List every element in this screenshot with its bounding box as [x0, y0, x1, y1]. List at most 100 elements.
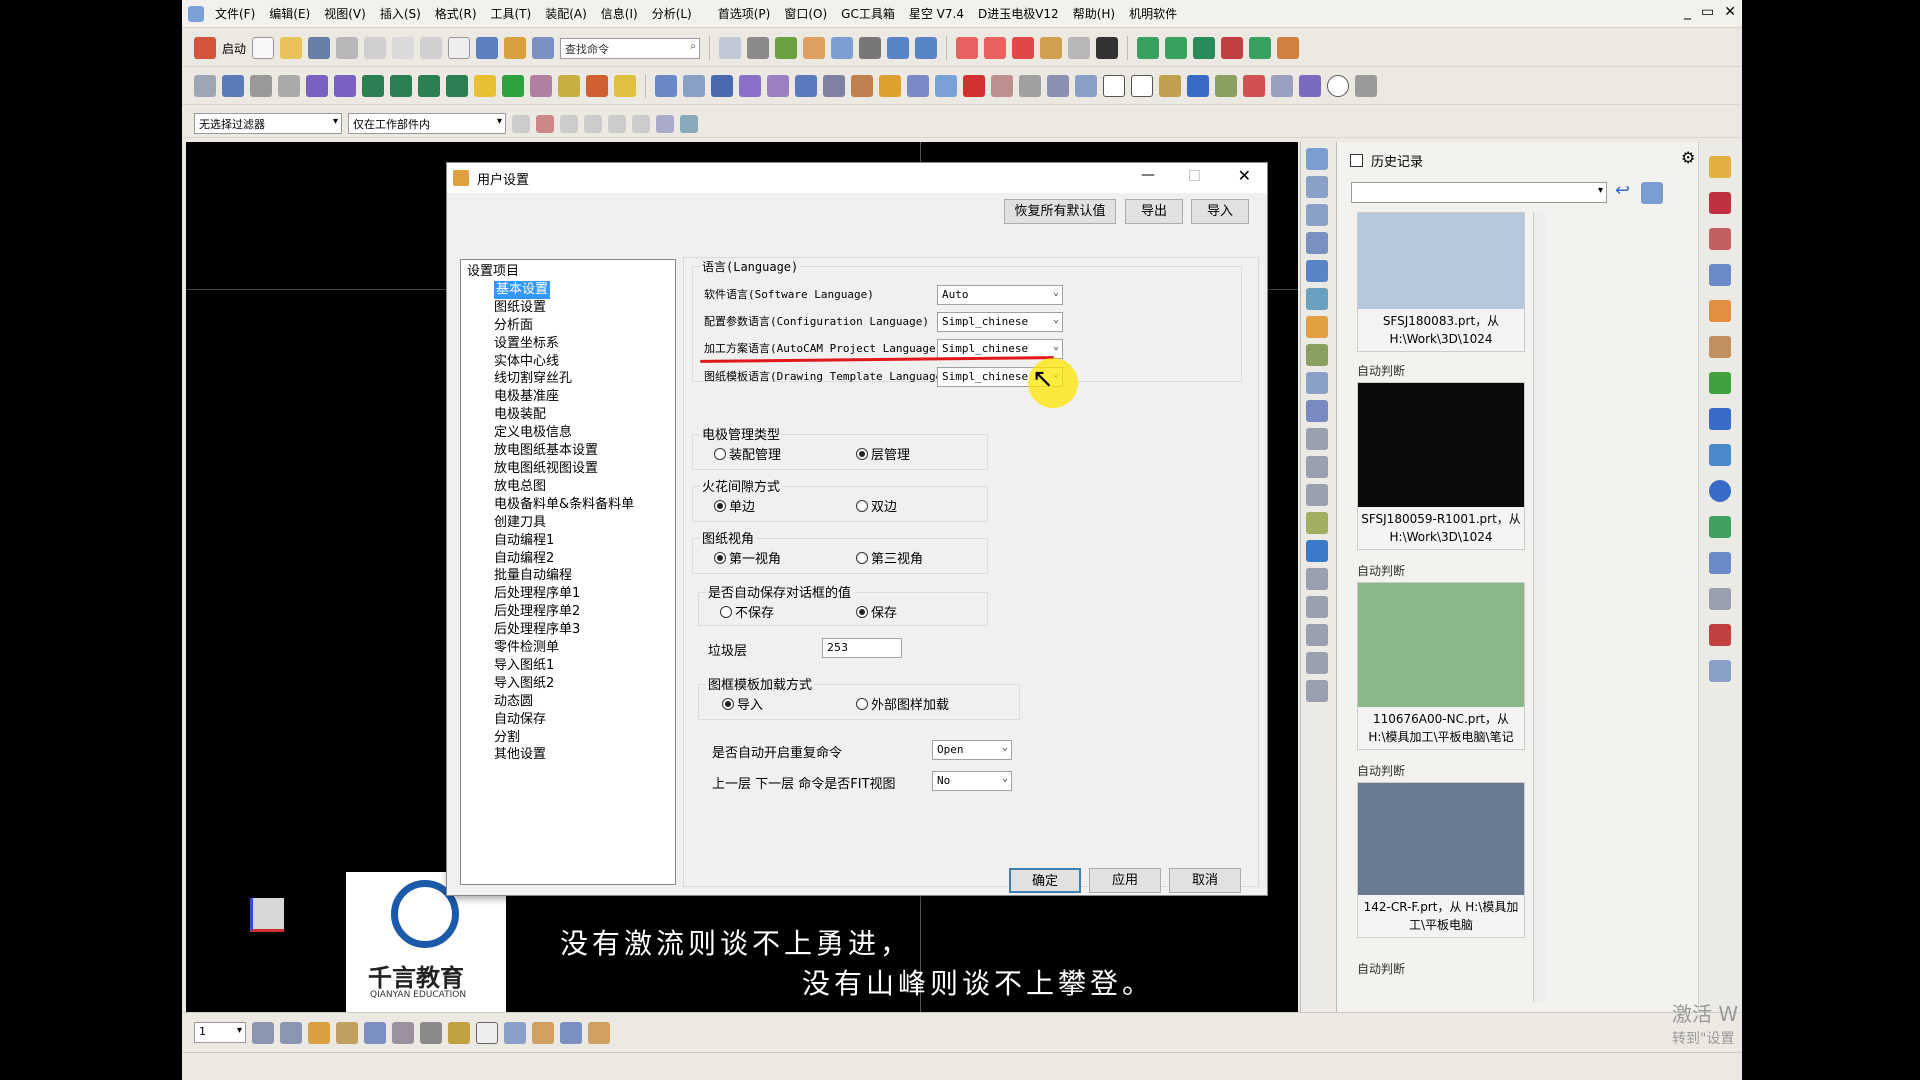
- assembly-nav-icon[interactable]: [1306, 176, 1328, 198]
- menu-jiming[interactable]: 机明软件: [1122, 5, 1184, 22]
- layer-visible-icon[interactable]: [280, 1021, 302, 1044]
- frame-external-radio[interactable]: 外部图样加载: [856, 694, 949, 713]
- tree-item[interactable]: 图纸设置: [467, 299, 675, 317]
- web-icon[interactable]: [1306, 316, 1328, 338]
- side4-icon[interactable]: [1709, 264, 1731, 286]
- menu-help[interactable]: 帮助(H): [1066, 5, 1122, 22]
- menu-insert[interactable]: 插入(S): [373, 5, 428, 22]
- side6-icon[interactable]: [1709, 336, 1731, 358]
- snap7-icon[interactable]: [656, 114, 674, 133]
- print-icon[interactable]: [336, 37, 359, 59]
- panel-checkbox[interactable]: [1350, 154, 1363, 167]
- view-mode-icon[interactable]: [1641, 182, 1663, 204]
- feature2-icon[interactable]: [683, 75, 705, 97]
- frame-import-radio[interactable]: 导入: [722, 694, 763, 713]
- dialog-titlebar[interactable]: 用户设置 — □ ✕: [447, 163, 1267, 193]
- menu-view[interactable]: 视图(V): [317, 5, 373, 22]
- dialog-close-icon[interactable]: ✕: [1238, 166, 1251, 185]
- tree-item[interactable]: 实体中心线: [467, 353, 675, 371]
- layer-icon[interactable]: [803, 37, 826, 59]
- cancel-button[interactable]: 取消: [1169, 868, 1241, 893]
- menu-preferences[interactable]: 首选项(P): [711, 5, 778, 22]
- feature8-icon[interactable]: [851, 75, 873, 97]
- history-item[interactable]: 142-CR-F.prt，从 H:\模具加工\平板电脑: [1357, 782, 1525, 938]
- feature20-icon[interactable]: [1243, 75, 1265, 97]
- first-angle-radio[interactable]: 第一视角: [714, 548, 781, 567]
- garbage-layer-input[interactable]: 253: [822, 638, 902, 658]
- sketch-icon[interactable]: [530, 75, 552, 97]
- feature1-icon[interactable]: [655, 75, 677, 97]
- cube-green-icon[interactable]: [502, 75, 524, 97]
- tool10-icon[interactable]: [1306, 624, 1328, 646]
- circle-icon[interactable]: [1327, 75, 1349, 97]
- side2-icon[interactable]: [1709, 192, 1731, 214]
- feature10-icon[interactable]: [907, 75, 929, 97]
- tree-item[interactable]: 自动编程1: [467, 532, 675, 550]
- tool3-icon[interactable]: [1306, 428, 1328, 450]
- new-icon[interactable]: [252, 37, 275, 59]
- line-icon[interactable]: [956, 37, 979, 59]
- side3-icon[interactable]: [1709, 228, 1731, 250]
- side13-icon[interactable]: [1709, 624, 1731, 646]
- tree-item[interactable]: 放电图纸视图设置: [467, 460, 675, 478]
- tool11-icon[interactable]: [1306, 652, 1328, 674]
- background-icon[interactable]: [859, 37, 882, 59]
- dialog-minimize-icon[interactable]: —: [1141, 167, 1155, 183]
- tree-item[interactable]: 放电图纸基本设置: [467, 442, 675, 460]
- menu-analysis[interactable]: 分析(L): [645, 5, 699, 22]
- tool7-icon[interactable]: [1306, 540, 1328, 562]
- restore-defaults-button[interactable]: 恢复所有默认值: [1004, 199, 1116, 224]
- spark-double-radio[interactable]: 双边: [856, 496, 897, 515]
- settings-tree[interactable]: 设置项目 基本设置 图纸设置 分析面 设置坐标系 实体中心线 线切割穿丝孔 电极…: [460, 259, 676, 885]
- menu-gc-toolbox[interactable]: GC工具箱: [834, 5, 902, 22]
- text-icon[interactable]: [1096, 37, 1119, 59]
- side12-icon[interactable]: [1709, 588, 1731, 610]
- repeat-command-select[interactable]: Open ⌄: [932, 740, 1012, 760]
- tree-item[interactable]: 定义电极信息: [467, 424, 675, 442]
- start-button[interactable]: 启动: [222, 40, 246, 57]
- crosshair-icon[interactable]: [476, 1021, 498, 1044]
- tree-item-basic-settings[interactable]: 基本设置: [467, 280, 675, 299]
- palette-icon[interactable]: [1306, 344, 1328, 366]
- feature14-icon[interactable]: [1019, 75, 1041, 97]
- feature7-icon[interactable]: [823, 75, 845, 97]
- delete-icon[interactable]: [448, 37, 471, 59]
- export-icon[interactable]: [446, 75, 468, 97]
- clock-icon[interactable]: [1709, 480, 1731, 502]
- copy-icon[interactable]: [392, 37, 415, 59]
- tree-item[interactable]: 分割: [467, 729, 675, 747]
- constraint-icon[interactable]: [1306, 232, 1328, 254]
- history-item[interactable]: SFSJ180083.prt，从 H:\Work\3D\1024: [1357, 212, 1525, 352]
- tree-item[interactable]: 动态圆: [467, 693, 675, 711]
- tree-item[interactable]: 电极基准座: [467, 388, 675, 406]
- export-button[interactable]: 导出: [1125, 199, 1183, 224]
- snap4-icon[interactable]: [584, 114, 602, 133]
- snap8-icon[interactable]: [680, 114, 698, 133]
- snap6-icon[interactable]: [632, 114, 650, 133]
- snap5-icon[interactable]: [608, 114, 626, 133]
- wcs-icon[interactable]: [887, 37, 910, 59]
- menu-window[interactable]: 窗口(O): [777, 5, 834, 22]
- line2-icon[interactable]: [984, 37, 1007, 59]
- feature17-icon[interactable]: [1159, 75, 1181, 97]
- feature4-icon[interactable]: [739, 75, 761, 97]
- bottom5-icon[interactable]: [588, 1021, 610, 1044]
- sheet2-icon[interactable]: [1165, 37, 1188, 59]
- close-icon[interactable]: ✕: [1724, 4, 1736, 20]
- list-icon[interactable]: [278, 75, 300, 97]
- grid-icon[interactable]: [392, 1021, 414, 1044]
- curve-icon[interactable]: [1040, 37, 1063, 59]
- shaded-icon[interactable]: [775, 37, 798, 59]
- tree-item[interactable]: 后处理程序单2: [467, 603, 675, 621]
- tree-item[interactable]: 分析面: [467, 317, 675, 335]
- snap2-icon[interactable]: [536, 114, 554, 133]
- import-icon[interactable]: [418, 75, 440, 97]
- settings-gear-icon[interactable]: ⚙: [1681, 148, 1695, 167]
- back-arrow-icon[interactable]: ↩: [1615, 180, 1630, 201]
- layer-select[interactable]: 1 ▾: [194, 1022, 246, 1043]
- color-icon[interactable]: [586, 75, 608, 97]
- layer-settings-icon[interactable]: [252, 1021, 274, 1044]
- tree-item[interactable]: 自动保存: [467, 711, 675, 729]
- tree-item[interactable]: 后处理程序单3: [467, 621, 675, 639]
- bottom4-icon[interactable]: [560, 1021, 582, 1044]
